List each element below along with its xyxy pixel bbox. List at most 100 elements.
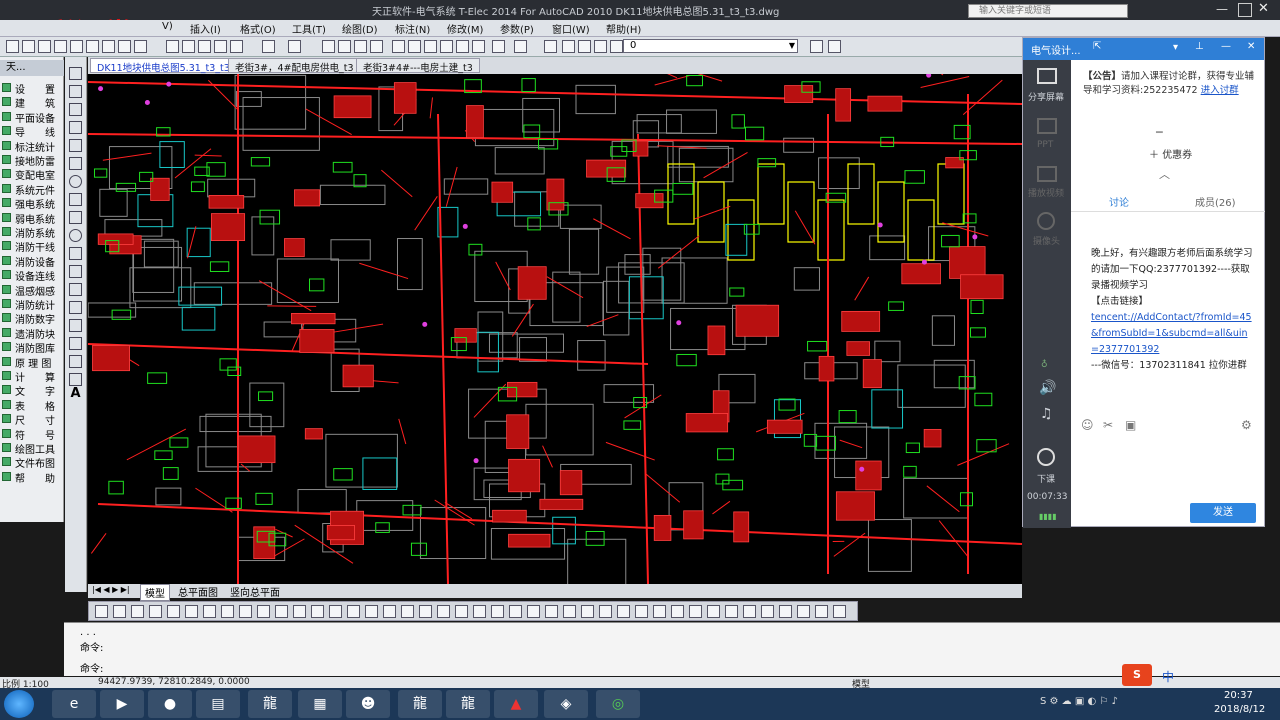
dragon-app-icon[interactable]: 龍 xyxy=(398,690,442,718)
tangent-tool-icon[interactable] xyxy=(509,605,522,618)
layer-next-icon[interactable] xyxy=(828,40,841,53)
package-icon[interactable]: ◈ xyxy=(544,690,588,718)
region-icon[interactable] xyxy=(69,355,82,368)
panel-item[interactable]: 平面设备 xyxy=(0,110,64,125)
tangent-tool-icon[interactable] xyxy=(167,605,180,618)
help-icon[interactable] xyxy=(514,40,527,53)
tangent-tool-icon[interactable] xyxy=(95,605,108,618)
leave-class-icon[interactable] xyxy=(1037,448,1055,466)
panel-item[interactable]: 消防图库 xyxy=(0,340,64,355)
tangent-tool-icon[interactable] xyxy=(203,605,216,618)
pan-icon[interactable] xyxy=(322,40,335,53)
match-properties-icon[interactable] xyxy=(214,40,227,53)
ppt-label[interactable]: PPT xyxy=(1037,140,1053,150)
chat-app-icon[interactable]: ☻ xyxy=(346,690,390,718)
mtext-icon[interactable]: A xyxy=(69,387,82,400)
send-button[interactable]: 发送 xyxy=(1190,503,1256,523)
ellipse-icon[interactable] xyxy=(69,229,82,242)
quickcalc-icon[interactable] xyxy=(472,40,485,53)
panel-item[interactable]: 消防统计 xyxy=(0,297,64,312)
command-window[interactable]: . . . 命令: 命令: xyxy=(64,622,1280,676)
tangent-tool-icon[interactable] xyxy=(419,605,432,618)
refresh-app-icon[interactable]: ◎ xyxy=(596,690,640,718)
tab-site-plan[interactable]: 总平面图 xyxy=(174,584,222,599)
autocad-icon[interactable]: ▲ xyxy=(494,690,538,718)
layer-prev-icon[interactable] xyxy=(810,40,823,53)
tray-icons[interactable]: S ⚙ ☁ ▣ ◐ ⚐ ♪ xyxy=(1040,696,1118,707)
tangent-tool-icon[interactable] xyxy=(275,605,288,618)
tab-doc-1[interactable]: DK11地块供电总图5.31_t3_t3 xyxy=(90,58,237,74)
sun-icon[interactable] xyxy=(578,40,591,53)
tangent-tool-icon[interactable] xyxy=(329,605,342,618)
light-bulb-icon[interactable] xyxy=(562,40,575,53)
menu-help[interactable]: 帮助(H) xyxy=(606,21,641,36)
panel-item[interactable]: 消防数字 xyxy=(0,311,64,326)
panel-item[interactable]: 系统元件 xyxy=(0,182,64,197)
menu-insert[interactable]: 插入(I) xyxy=(190,21,221,36)
chevron-down-icon[interactable]: ▾ xyxy=(1173,42,1178,53)
tangent-tool-icon[interactable] xyxy=(581,605,594,618)
menu-dimension[interactable]: 标注(N) xyxy=(395,21,430,36)
tangent-tool-icon[interactable] xyxy=(689,605,702,618)
settings-gear-icon[interactable]: ⚙ xyxy=(1241,418,1252,432)
panel-item[interactable]: 温感烟感 xyxy=(0,283,64,298)
panel-item[interactable]: 符 号 xyxy=(0,427,64,442)
explorer-icon[interactable]: ▤ xyxy=(196,690,240,718)
camera-icon[interactable] xyxy=(1037,212,1055,230)
image-icon[interactable]: ▣ xyxy=(1125,418,1136,432)
tool-palette-icon[interactable] xyxy=(424,40,437,53)
cut-icon[interactable] xyxy=(134,40,147,53)
menu-window[interactable]: 窗口(W) xyxy=(552,21,590,36)
tangent-tool-icon[interactable] xyxy=(653,605,666,618)
print-icon[interactable] xyxy=(54,40,67,53)
tangent-tool-icon[interactable] xyxy=(815,605,828,618)
tab-vertical-plan[interactable]: 竖向总平面 xyxy=(226,584,284,599)
image-viewer-icon[interactable]: ▦ xyxy=(298,690,342,718)
tangent-tool-icon[interactable] xyxy=(671,605,684,618)
ppt-icon[interactable] xyxy=(1037,118,1057,134)
markup-icon[interactable] xyxy=(456,40,469,53)
panel-item[interactable]: 尺 寸 xyxy=(0,412,64,427)
tangent-tool-icon[interactable] xyxy=(347,605,360,618)
redo-icon[interactable] xyxy=(288,40,301,53)
plot-icon[interactable] xyxy=(102,40,115,53)
panel-item[interactable]: 消防系统 xyxy=(0,225,64,240)
publish-icon[interactable] xyxy=(86,40,99,53)
tangent-tool-icon[interactable] xyxy=(743,605,756,618)
menu-format[interactable]: 格式(O) xyxy=(240,21,276,36)
tangent-tool-icon[interactable] xyxy=(401,605,414,618)
speaker-icon[interactable]: 🔊 xyxy=(1039,380,1056,396)
insert-block-icon[interactable] xyxy=(69,265,82,278)
tangent-tool-icon[interactable] xyxy=(383,605,396,618)
tangent-tool-icon[interactable] xyxy=(491,605,504,618)
line-icon[interactable] xyxy=(69,67,82,80)
drawing-canvas[interactable] xyxy=(87,51,1023,587)
sheet-set-icon[interactable] xyxy=(440,40,453,53)
panel-item[interactable]: 设 置 xyxy=(0,81,64,96)
panel-item[interactable]: 接地防雷 xyxy=(0,153,64,168)
revcloud-icon[interactable] xyxy=(69,193,82,206)
screen-share-icon[interactable] xyxy=(1037,68,1057,84)
tangent-tool-icon[interactable] xyxy=(455,605,468,618)
scissors-icon[interactable]: ✂ xyxy=(1103,418,1113,432)
panel-item[interactable]: 消防设备 xyxy=(0,254,64,269)
undo-icon[interactable] xyxy=(262,40,275,53)
table-icon[interactable] xyxy=(69,373,82,386)
tab-nav-arrows-icon[interactable]: |◀ ◀ ▶ ▶| xyxy=(92,585,130,594)
tangent-tool-icon[interactable] xyxy=(311,605,324,618)
dragon-app-icon[interactable]: 龍 xyxy=(446,690,490,718)
color-swatch-icon[interactable] xyxy=(610,40,623,53)
clock-date[interactable]: 2018/8/12 xyxy=(1214,704,1265,715)
panel-item[interactable]: 导 线 xyxy=(0,124,64,139)
panel-item[interactable]: 弱电系统 xyxy=(0,211,64,226)
copy-icon[interactable] xyxy=(182,40,195,53)
preview-icon[interactable] xyxy=(70,40,83,53)
mic-icon[interactable]: ♁ xyxy=(1041,360,1048,370)
minimize-button[interactable]: — xyxy=(1216,3,1230,17)
tangent-tool-icon[interactable] xyxy=(437,605,450,618)
menu-view[interactable]: V) xyxy=(162,21,173,32)
tab-doc-2[interactable]: 老街3#，4#配电房供电_t3 xyxy=(228,58,361,74)
menu-modify[interactable]: 修改(M) xyxy=(447,21,483,36)
arc-icon[interactable] xyxy=(69,157,82,170)
layer-select[interactable]: 0 ▼ xyxy=(623,39,798,53)
